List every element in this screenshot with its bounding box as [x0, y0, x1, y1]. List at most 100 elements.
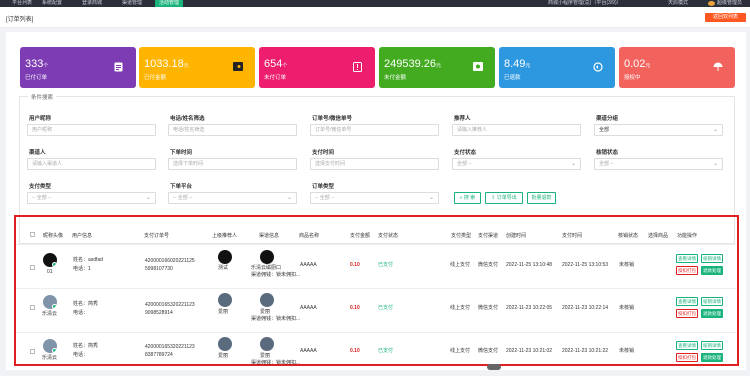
- user-name: 姓名：简秀: [73, 343, 99, 349]
- channel-name: 爱丽: [260, 353, 271, 359]
- col-header: 选择商品: [648, 233, 669, 239]
- pay-time-picker[interactable]: 选择支付时间: [310, 158, 439, 170]
- filter-title: 条件搜索: [28, 93, 57, 101]
- pay-status: 已支付: [378, 262, 394, 268]
- verify-status: 未核销: [619, 305, 635, 311]
- scroll-indicator[interactable]: [487, 364, 501, 370]
- view-detail-button[interactable]: 查看详情: [676, 254, 698, 263]
- search-button[interactable]: ⌕ 搜 索: [454, 192, 481, 204]
- phone-name-input[interactable]: 电话/姓名筛选: [168, 124, 297, 136]
- pack-button[interactable]: 扣扣打包: [676, 353, 698, 362]
- col-header: 支付订单号: [144, 233, 170, 239]
- alert-doc-icon: [352, 61, 363, 72]
- export-orders-button[interactable]: ⇪ 订单导出: [485, 192, 523, 204]
- nav-tab-mall[interactable]: 登录商城: [78, 0, 106, 7]
- chevron-down-icon: ⌄: [712, 161, 718, 167]
- verify-detail-button[interactable]: 核销详情: [701, 254, 723, 263]
- pay-type-select[interactable]: -- 全部 -- ⌄: [27, 192, 156, 204]
- nav-tab-activities[interactable]: 活动管理: [155, 0, 184, 7]
- col-header: 用户信息: [72, 233, 93, 239]
- avatar: [43, 339, 57, 353]
- top-nav: 平台列表 系统配置 登录商城 渠道管理 活动管理 商城小程序管理(总)（平台(3…: [0, 0, 750, 7]
- row-checkbox[interactable]: [30, 305, 35, 310]
- nickname: 乐清云: [42, 355, 58, 361]
- col-header: 支付渠道: [478, 233, 499, 239]
- table-row[interactable]: 乐清云 姓名：简秀 电话： 420000165320221123 8387789…: [16, 332, 737, 376]
- stat-unit: 个: [43, 63, 49, 69]
- select-all-checkbox[interactable]: [30, 232, 35, 237]
- online-dot-icon: [52, 262, 57, 267]
- nickname: 乐清云: [42, 311, 58, 317]
- table-row[interactable]: 乐清云 姓名：简秀 电话： 420000165320221123 9098528…: [16, 288, 737, 332]
- user-name[interactable]: 超级管理员: [717, 0, 742, 6]
- avatar[interactable]: [708, 1, 715, 6]
- pay-channel: 微信支付: [478, 348, 499, 354]
- verify-detail-button[interactable]: 核销详情: [701, 341, 723, 350]
- stat-value: 333: [25, 58, 44, 70]
- referrer-input[interactable]: 请输入推荐人: [452, 124, 581, 136]
- channel-person-input[interactable]: 请输入渠道人: [27, 158, 156, 170]
- stat-value: 8.49: [504, 58, 526, 70]
- referrer-name: 测试: [218, 265, 229, 271]
- verify-status-select[interactable]: 全部 -- ⌄: [594, 158, 723, 170]
- batch-refund-button[interactable]: 批量退款: [527, 192, 556, 204]
- money-icon: [472, 61, 483, 72]
- order-type-select[interactable]: -- 全部 -- ⌄: [310, 192, 439, 204]
- created-time: 2022-11-23 10:21:02: [506, 348, 553, 354]
- pay-status-select[interactable]: 全部 -- ⌄: [452, 158, 581, 170]
- verify-detail-button[interactable]: 核销详情: [701, 297, 723, 306]
- order-platform-select[interactable]: -- 全部 -- ⌄: [168, 192, 297, 204]
- pack-button[interactable]: 扣扣打包: [676, 309, 698, 318]
- pay-amount: 0.10: [350, 348, 360, 354]
- select-value: 全部: [599, 127, 610, 133]
- stat-unit: 元: [525, 63, 531, 69]
- filter-label: 下单平台: [170, 184, 193, 190]
- view-detail-button[interactable]: 查看详情: [676, 341, 698, 350]
- stat-value: 654: [264, 58, 283, 70]
- table-row[interactable]: 01 姓名：asdfad 电话：1 420000166020221125 599…: [16, 244, 737, 288]
- created-time: 2022-11-25 13:10:48: [506, 262, 553, 268]
- return-button[interactable]: 返回双列表: [705, 13, 746, 22]
- chevron-down-icon: ⌄: [428, 195, 434, 201]
- channel-name: 乐清云磁厨口: [251, 265, 282, 271]
- paid-time: 2022-11-23 10:21:22: [562, 348, 609, 354]
- placeholder: 请输入推荐人: [457, 127, 488, 133]
- order-time-picker[interactable]: 选择下单时间: [168, 158, 297, 170]
- umbrella-icon: [712, 61, 723, 72]
- refund-button[interactable]: 退款处理: [701, 309, 723, 318]
- placeholder: 选择支付时间: [315, 161, 346, 167]
- channel-avatar: [260, 250, 274, 264]
- nav-tab-channels[interactable]: 渠道管理: [118, 0, 146, 7]
- paid-time: 2022-11-23 10:22:14: [562, 305, 609, 311]
- channel-avatar: [260, 337, 274, 351]
- stat-card-unpaid-amount: 249539.26元 未付金额: [379, 47, 495, 88]
- filter-label: 下单时间: [170, 150, 193, 156]
- referrer-name: 爱丽: [218, 309, 229, 315]
- order-number-input[interactable]: 订单号/微信单号: [310, 124, 439, 136]
- search-icon: ⌕: [459, 195, 463, 201]
- user-phone: 电话：: [73, 310, 89, 316]
- channel-group-select[interactable]: 全部 ⌄: [594, 124, 723, 136]
- nav-tab-platforms[interactable]: 平台列表: [8, 0, 36, 7]
- col-header: 创建时间: [506, 233, 527, 239]
- pay-amount: 0.10: [350, 262, 360, 268]
- platform-selector[interactable]: 商城小程序管理(总)（平台(3/9)）: [548, 0, 622, 6]
- product-name: AAAAA: [300, 305, 317, 311]
- stat-value: 249539.26: [384, 58, 436, 70]
- nickname-input[interactable]: 用户昵称: [27, 124, 156, 136]
- refund-button[interactable]: 退款处理: [701, 353, 723, 362]
- row-checkbox[interactable]: [30, 349, 35, 354]
- refund-button[interactable]: 退款处理: [701, 266, 723, 275]
- row-checkbox[interactable]: [30, 265, 35, 270]
- stat-unit: 元: [183, 63, 189, 69]
- nav-tab-system[interactable]: 系统配置: [38, 0, 66, 7]
- stat-card-refunded: 8.49元 已退款: [499, 47, 615, 88]
- pack-button[interactable]: 扣扣打包: [676, 266, 698, 275]
- user-name: 姓名：简秀: [73, 301, 99, 307]
- user-phone: 电话：: [73, 352, 89, 358]
- theme-toggle[interactable]: 天辰模式: [668, 0, 688, 6]
- view-detail-button[interactable]: 查看详情: [676, 297, 698, 306]
- stat-card-authorizing: 0.02元 授权中: [619, 47, 735, 88]
- order-number: 420000165320221123: [145, 302, 195, 308]
- order-number: 8387789724: [145, 352, 173, 358]
